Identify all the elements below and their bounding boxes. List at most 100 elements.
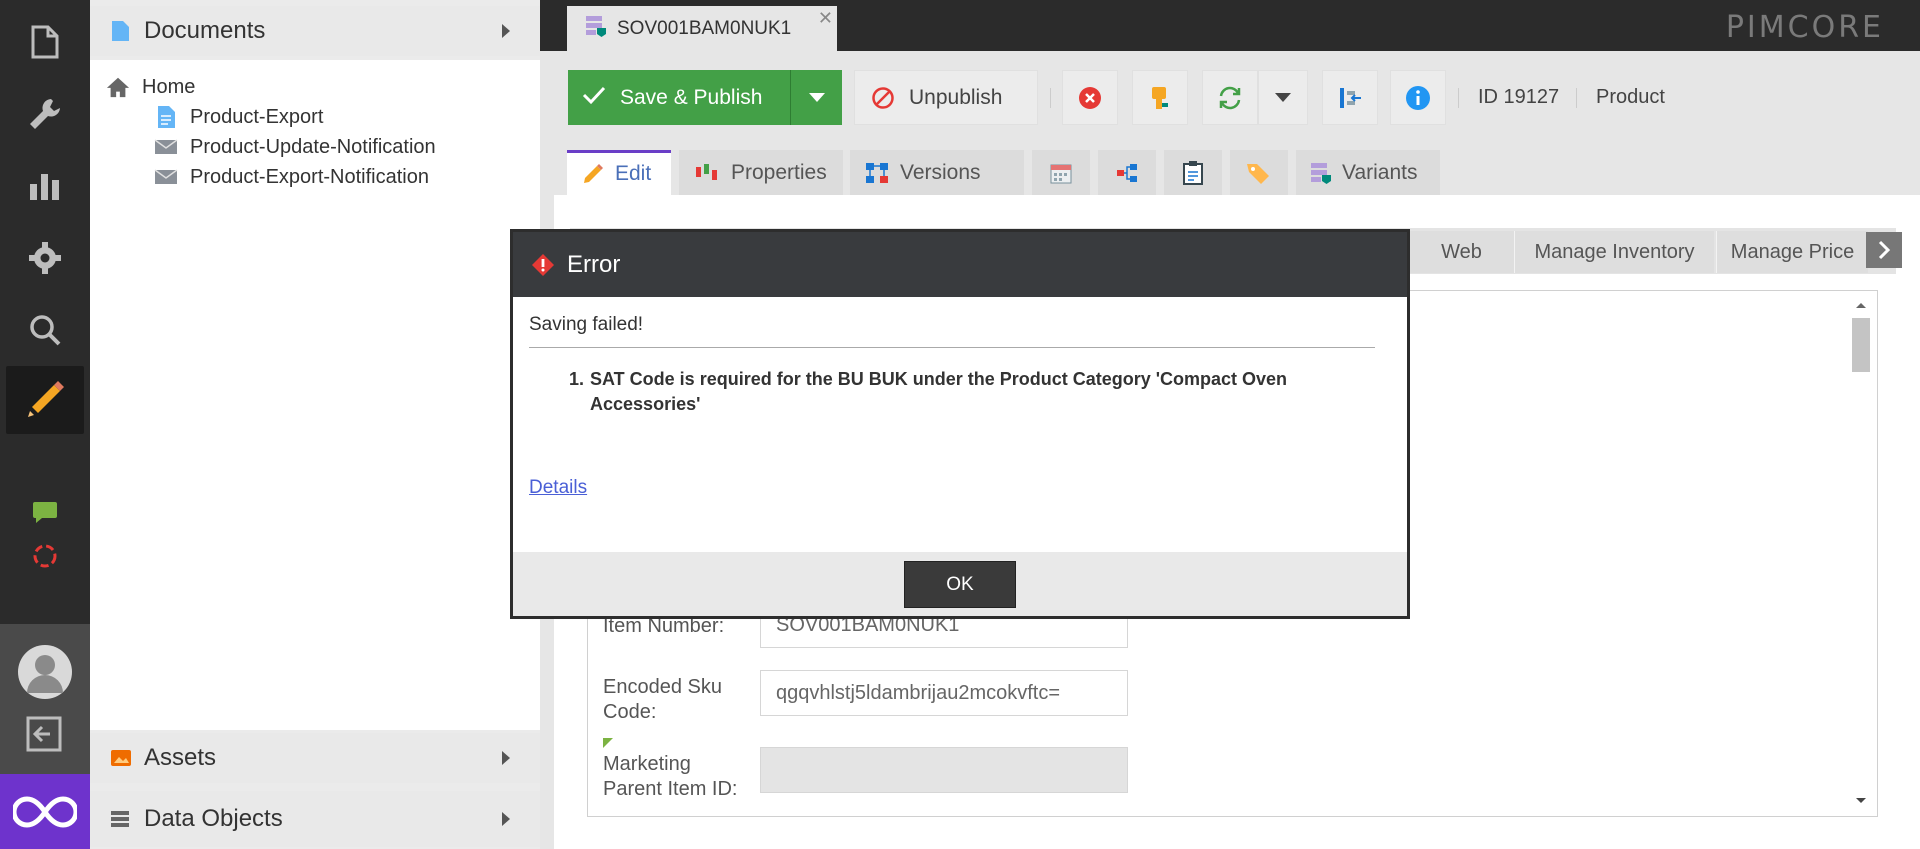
expand-arrow-icon[interactable] (502, 751, 510, 765)
chat-icon[interactable] (0, 490, 90, 534)
tab-versions[interactable]: Versions (850, 150, 1024, 195)
avatar[interactable] (17, 644, 73, 705)
chevron-down-icon (1275, 93, 1291, 102)
search-icon[interactable] (0, 294, 90, 366)
documents-panel-header[interactable]: Documents (90, 6, 540, 56)
versions-icon (866, 162, 888, 183)
reload-options-dropdown[interactable] (1258, 70, 1308, 125)
show-in-tree-button[interactable] (1322, 70, 1378, 125)
close-tab-icon[interactable]: ✕ (818, 8, 833, 29)
dialog-title: Error (567, 250, 621, 278)
scrollbar-thumb[interactable] (1852, 318, 1870, 372)
rename-button[interactable] (1132, 70, 1188, 125)
page-icon (154, 105, 178, 129)
chevron-down-icon (808, 93, 825, 102)
tab-variants-label: Variants (1342, 160, 1418, 184)
checkmark-icon (582, 85, 606, 111)
tab-notes[interactable] (1164, 150, 1222, 195)
save-options-dropdown[interactable] (790, 70, 842, 125)
toolbar-separator (1050, 88, 1051, 108)
toolbar-separator (1458, 88, 1459, 108)
save-publish-label: Save & Publish (620, 85, 763, 109)
chevron-right-icon (1878, 240, 1891, 260)
save-publish-button[interactable]: Save & Publish (568, 70, 790, 125)
scroll-tabs-right-button[interactable] (1866, 232, 1902, 268)
unpublish-button[interactable]: Unpublish (854, 70, 1038, 125)
dialog-header: Error (513, 232, 1407, 297)
error-text: SAT Code is required for the BU BUK unde… (590, 369, 1288, 414)
assets-panel-header[interactable]: Assets (90, 733, 540, 783)
dialog-message: Saving failed! (529, 314, 644, 335)
expand-arrow-icon[interactable] (502, 812, 510, 826)
tab-manage-inventory[interactable]: Manage Inventory (1514, 231, 1714, 273)
error-diamond-icon (532, 253, 554, 276)
logout-icon[interactable] (24, 714, 64, 759)
sync-icon[interactable] (0, 534, 90, 578)
marketing-parent-label-line1: Marketing (603, 753, 691, 775)
email-icon (154, 135, 178, 159)
expand-arrow-icon[interactable] (502, 24, 510, 38)
tab-dependencies[interactable] (1098, 150, 1156, 195)
calendar-icon (1050, 164, 1072, 183)
tab-edit[interactable]: Edit (567, 150, 671, 195)
reports-chart-icon[interactable] (0, 150, 90, 222)
reload-button[interactable] (1202, 70, 1258, 125)
editor-tab-strip: SOV001BAM0NUK1 ✕ PIMCORE (540, 0, 1920, 51)
delete-button[interactable] (1062, 70, 1118, 125)
data-objects-panel-header[interactable]: Data Objects (90, 791, 540, 847)
dialog-footer: OK (513, 552, 1407, 616)
ban-icon (872, 86, 894, 109)
pimcore-logo-icon[interactable] (0, 774, 90, 849)
ok-button[interactable]: OK (904, 561, 1016, 608)
info-icon (1406, 85, 1430, 110)
encoded-sku-label-line2: Code: (603, 701, 657, 723)
error-number: 1. (569, 369, 585, 389)
tree-item-label: Product-Update-Notification (190, 135, 436, 158)
variants-icon (1311, 162, 1331, 184)
settings-gear-icon[interactable] (0, 222, 90, 294)
tree-item-product-export[interactable]: Product-Export (154, 102, 323, 132)
tab-web-label: Web (1441, 240, 1482, 263)
tab-tags[interactable] (1230, 150, 1288, 195)
tab-schedule[interactable] (1032, 150, 1090, 195)
email-icon (154, 165, 178, 189)
tree-item-label: Product-Export (190, 105, 324, 128)
refresh-icon (1219, 86, 1241, 109)
tab-web[interactable]: Web (1408, 231, 1514, 273)
wrench-icon[interactable] (0, 78, 90, 150)
tags-icon (1247, 163, 1269, 184)
user-area (0, 624, 90, 774)
details-link[interactable]: Details (529, 477, 587, 499)
encoded-sku-field[interactable]: qgqvhlstj5ldambrijau2mcokvftc= (760, 670, 1128, 716)
tab-properties-label: Properties (731, 160, 827, 184)
tab-variants[interactable]: Variants (1296, 150, 1440, 195)
tree-panel: Documents Home Product-Export Product-Up… (90, 0, 540, 849)
tree-item-product-update-notification[interactable]: Product-Update-Notification (154, 132, 436, 162)
tree-item-label: Home (142, 75, 196, 98)
tab-manage-price[interactable]: Manage Price (1716, 231, 1868, 273)
documents-nav-icon[interactable] (0, 6, 90, 78)
toolbar-separator (1576, 88, 1577, 108)
data-objects-icon (110, 808, 132, 830)
object-icon (585, 14, 607, 44)
object-id-text: ID 19127 (1478, 86, 1560, 108)
error-list-item: 1. SAT Code is required for the BU BUK u… (569, 367, 1359, 417)
tab-manage-price-label: Manage Price (1730, 240, 1855, 263)
info-button[interactable] (1390, 70, 1446, 125)
edit-pencil-icon[interactable] (6, 366, 84, 434)
object-tab[interactable]: SOV001BAM0NUK1 ✕ (567, 6, 837, 51)
document-icon (110, 20, 132, 42)
documents-panel-title: Documents (144, 17, 266, 44)
tree-item-product-export-notification[interactable]: Product-Export-Notification (154, 162, 429, 192)
object-tab-title: SOV001BAM0NUK1 (617, 17, 792, 39)
tree-item-home[interactable]: Home (106, 72, 195, 102)
clipboard-icon (1183, 160, 1203, 185)
tree-item-label: Product-Export-Notification (190, 165, 429, 188)
tab-properties[interactable]: Properties (679, 150, 843, 195)
main-nav-bar (0, 0, 90, 849)
dialog-divider (529, 347, 1375, 348)
data-objects-panel-title: Data Objects (144, 805, 283, 832)
scroll-up-icon[interactable] (1854, 300, 1868, 310)
form-scrollbar[interactable] (1849, 296, 1871, 810)
scroll-down-icon[interactable] (1854, 796, 1868, 806)
